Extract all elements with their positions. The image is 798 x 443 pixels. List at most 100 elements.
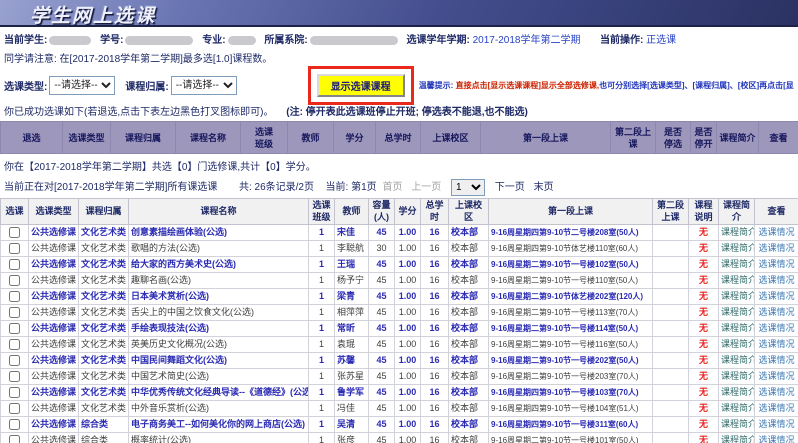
- capacity-cell: 45: [369, 272, 395, 288]
- select-course-checkbox[interactable]: [9, 259, 20, 270]
- teacher-cell: 李聪航: [335, 240, 369, 256]
- view-enrollment-link[interactable]: 选课情况: [755, 240, 798, 256]
- credit-cell: 1.00: [395, 272, 421, 288]
- select-course-checkbox[interactable]: [9, 227, 20, 238]
- course-intro-link[interactable]: 课程简介: [719, 352, 755, 368]
- select-course-checkbox[interactable]: [9, 387, 20, 398]
- select-course-checkbox[interactable]: [9, 323, 20, 334]
- course-intro-link[interactable]: 课程简介: [719, 272, 755, 288]
- second-session-cell: [653, 304, 689, 320]
- teacher-cell: 苏馨: [335, 352, 369, 368]
- view-enrollment-link[interactable]: 选课情况: [755, 384, 798, 400]
- class-number-cell: 1: [309, 400, 335, 416]
- view-enrollment-link[interactable]: 选课情况: [755, 224, 798, 240]
- prev-page-link: 上一页: [411, 182, 441, 193]
- course-intro-link[interactable]: 课程简介: [719, 240, 755, 256]
- course-intro-link[interactable]: 课程简介: [719, 224, 755, 240]
- course-intro-link[interactable]: 课程简介: [719, 288, 755, 304]
- select-course-checkbox[interactable]: [9, 243, 20, 254]
- view-enrollment-link[interactable]: 选课情况: [755, 304, 798, 320]
- select-course-checkbox[interactable]: [9, 291, 20, 302]
- hint-prefix: 温馨提示:: [419, 81, 454, 90]
- course-intro-link[interactable]: 课程简介: [719, 432, 755, 443]
- course-intro-link[interactable]: 课程简介: [719, 336, 755, 352]
- view-enrollment-link[interactable]: 选课情况: [755, 336, 798, 352]
- select-course-checkbox[interactable]: [9, 403, 20, 414]
- campus-cell: 校本部: [449, 304, 489, 320]
- select-course-checkbox[interactable]: [9, 419, 20, 430]
- course-category-select[interactable]: --请选择--: [171, 76, 237, 95]
- course-header-cell: 上课校区: [449, 198, 489, 224]
- record-count: 共: 26条记录/2页: [239, 182, 314, 193]
- course-intro-link[interactable]: 课程简介: [719, 256, 755, 272]
- selected-courses-table: 退选选课类型课程归属课程名称选课 班级教师学分总学时上课校区第一段上课第二段上课…: [0, 121, 798, 154]
- course-intro-link[interactable]: 课程简介: [719, 400, 755, 416]
- view-enrollment-link[interactable]: 选课情况: [755, 400, 798, 416]
- page-select[interactable]: 1: [451, 179, 485, 196]
- total-hours-cell: 16: [421, 384, 449, 400]
- view-enrollment-link[interactable]: 选课情况: [755, 272, 798, 288]
- page-title: 学生网上选课: [30, 1, 156, 28]
- course-type-select[interactable]: --请选择--: [49, 76, 115, 95]
- selected-header-cell: 查看: [759, 122, 798, 154]
- show-courses-button-wrap: 显示选课课程: [317, 74, 405, 97]
- select-course-checkbox[interactable]: [9, 355, 20, 366]
- campus-cell: 校本部: [449, 352, 489, 368]
- selection-summary: 你在【2017-2018学年第二学期】共选【0】门选修课,共计【0】学分。: [0, 154, 798, 175]
- first-page-link: 首页: [382, 182, 402, 193]
- class-number-cell: 1: [309, 384, 335, 400]
- course-intro-link[interactable]: 课程简介: [719, 384, 755, 400]
- course-row: 公共选修课综合类电子商务美工--如何美化你的网上商店(公选)1吴清451.001…: [1, 416, 798, 432]
- course-row: 公共选修课文化艺术类给大家的西方美术史(公选)1王瑞451.0016校本部9-1…: [1, 256, 798, 272]
- select-course-checkbox[interactable]: [9, 339, 20, 350]
- course-intro-link[interactable]: 课程简介: [719, 368, 755, 384]
- course-header-cell: 教师: [335, 198, 369, 224]
- course-row: 公共选修课文化艺术类趣聊名画(公选)1杨予宁451.0016校本部9-16周星期…: [1, 272, 798, 288]
- view-enrollment-link[interactable]: 选课情况: [755, 432, 798, 443]
- first-session-cell: 9-16周星期二第9-10节一号楼116室(50人): [489, 336, 653, 352]
- page-banner: 学生网上选课: [0, 0, 798, 27]
- select-course-checkbox[interactable]: [9, 307, 20, 318]
- status-cell: 无: [689, 224, 719, 240]
- last-page-link[interactable]: 末页: [534, 182, 554, 193]
- view-enrollment-link[interactable]: 选课情况: [755, 320, 798, 336]
- course-row: 公共选修课文化艺术类中国民间舞蹈文化(公选)1苏馨451.0016校本部9-16…: [1, 352, 798, 368]
- next-page-link[interactable]: 下一页: [495, 182, 525, 193]
- status-cell: 无: [689, 288, 719, 304]
- second-session-cell: [653, 288, 689, 304]
- course-header-cell: 选课类型: [29, 198, 79, 224]
- course-header-cell: 课程名称: [129, 198, 309, 224]
- select-course-checkbox[interactable]: [9, 435, 20, 443]
- view-enrollment-link[interactable]: 选课情况: [755, 288, 798, 304]
- view-enrollment-link[interactable]: 选课情况: [755, 256, 798, 272]
- show-courses-button[interactable]: 显示选课课程: [317, 74, 405, 97]
- course-type-cell: 公共选修课: [29, 400, 79, 416]
- capacity-cell: 45: [369, 416, 395, 432]
- status-cell: 无: [689, 304, 719, 320]
- view-enrollment-link[interactable]: 选课情况: [755, 352, 798, 368]
- select-course-checkbox[interactable]: [9, 371, 20, 382]
- second-session-cell: [653, 368, 689, 384]
- teacher-cell: 杨予宁: [335, 272, 369, 288]
- total-hours-cell: 16: [421, 304, 449, 320]
- campus-cell: 校本部: [449, 320, 489, 336]
- course-intro-link[interactable]: 课程简介: [719, 320, 755, 336]
- selected-courses-header-row: 退选选课类型课程归属课程名称选课 班级教师学分总学时上课校区第一段上课第二段上课…: [1, 122, 798, 154]
- second-session-cell: [653, 416, 689, 432]
- course-intro-link[interactable]: 课程简介: [719, 416, 755, 432]
- course-row: 公共选修课文化艺术类中华优秀传统文化经典导读--《道德经》(公选)1鲁学军451…: [1, 384, 798, 400]
- teacher-cell: 王瑞: [335, 256, 369, 272]
- second-session-cell: [653, 320, 689, 336]
- total-hours-cell: 16: [421, 272, 449, 288]
- major-label: 专业:: [202, 35, 225, 46]
- course-intro-link[interactable]: 课程简介: [719, 304, 755, 320]
- class-number-cell: 1: [309, 352, 335, 368]
- course-name-cell: 手绘表现技法(公选): [129, 320, 309, 336]
- course-type-cell: 公共选修课: [29, 432, 79, 443]
- view-enrollment-link[interactable]: 选课情况: [755, 416, 798, 432]
- select-course-checkbox[interactable]: [9, 275, 20, 286]
- selected-header-cell: 课程名称: [176, 122, 241, 154]
- view-enrollment-link[interactable]: 选课情况: [755, 368, 798, 384]
- select-cell: [1, 288, 29, 304]
- capacity-cell: 45: [369, 384, 395, 400]
